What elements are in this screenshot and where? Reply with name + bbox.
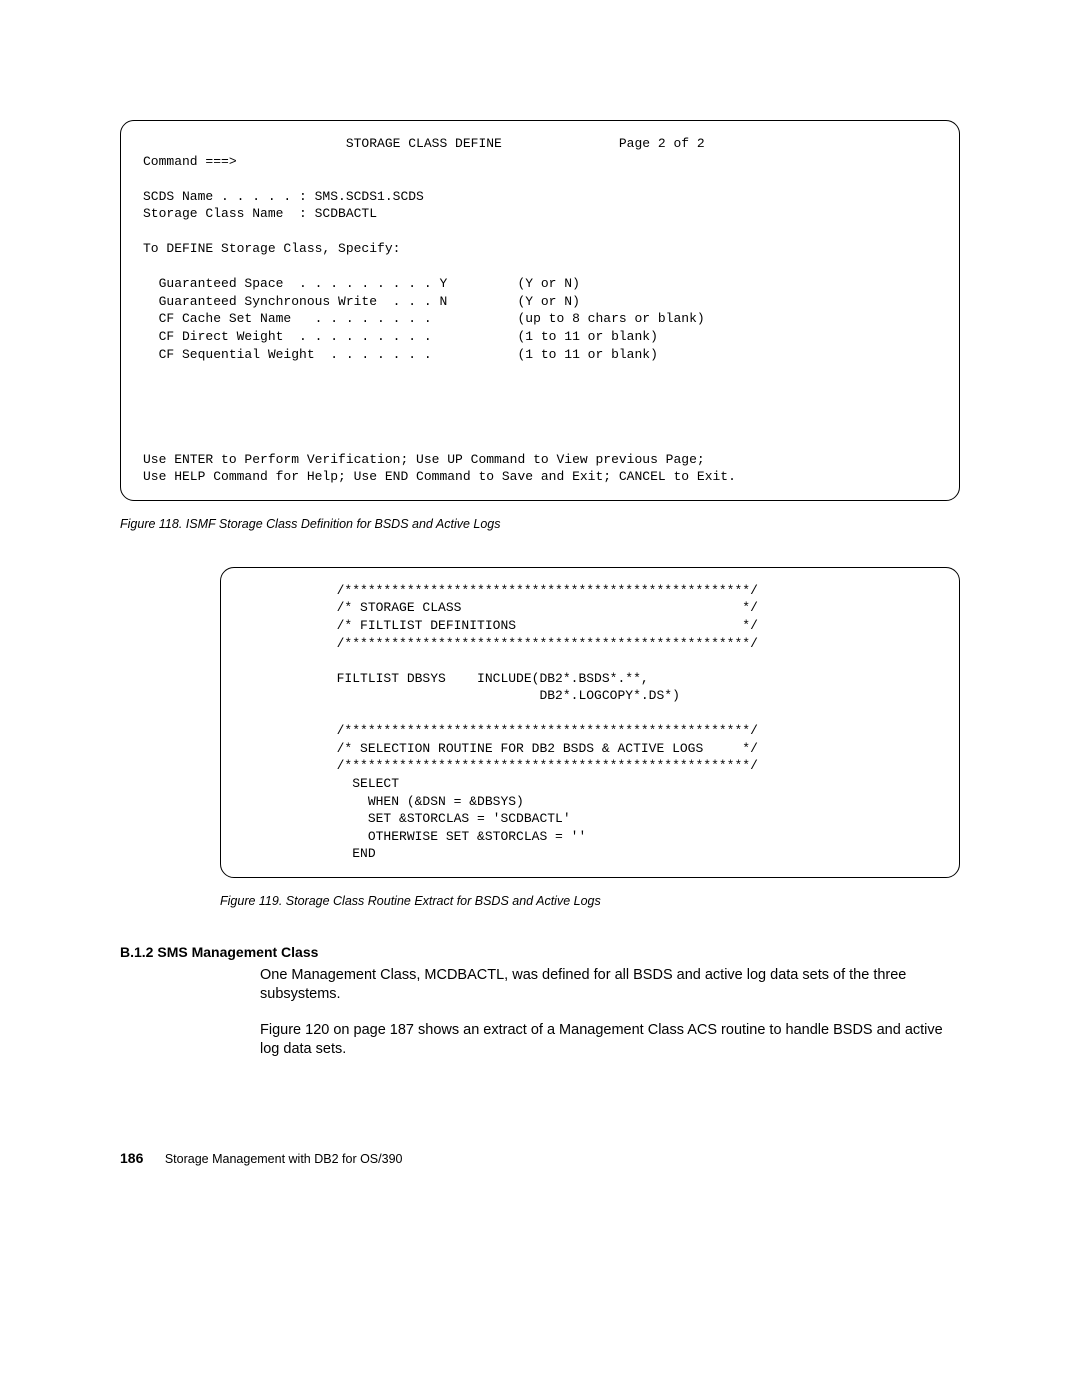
figure-119-caption: Figure 119. Storage Class Routine Extrac… [220, 894, 960, 908]
t1-scds: SCDS Name . . . . . : SMS.SCDS1.SCDS [143, 189, 424, 204]
paragraph-2: Figure 120 on page 187 shows an extract … [120, 1021, 960, 1060]
page-footer: 186 Storage Management with DB2 for OS/3… [120, 1150, 960, 1166]
section-heading-b12: B.1.2 SMS Management Class [120, 944, 960, 960]
t1-footer2: Use HELP Command for Help; Use END Comma… [143, 469, 736, 484]
terminal-storage-class-define: STORAGE CLASS DEFINE Page 2 of 2 Command… [120, 120, 960, 501]
t1-cf-direct-weight: CF Direct Weight . . . . . . . . . (1 to… [143, 329, 658, 344]
footer-title: Storage Management with DB2 for OS/390 [165, 1152, 403, 1166]
t1-scn: Storage Class Name : SCDBACTL [143, 206, 377, 221]
t1-guaranteed-sync-write: Guaranteed Synchronous Write . . . N (Y … [143, 294, 580, 309]
t1-cmd: Command ===> [143, 154, 237, 169]
paragraph-1: One Management Class, MCDBACTL, was defi… [120, 966, 960, 1005]
t1-title: STORAGE CLASS DEFINE Page 2 of 2 [143, 136, 705, 151]
t1-footer1: Use ENTER to Perform Verification; Use U… [143, 452, 705, 467]
t1-cf-cache-set-name: CF Cache Set Name . . . . . . . . (up to… [143, 311, 705, 326]
figure-118-caption: Figure 118. ISMF Storage Class Definitio… [120, 517, 960, 531]
t1-guaranteed-space: Guaranteed Space . . . . . . . . . Y (Y … [143, 276, 580, 291]
t1-cf-sequential-weight: CF Sequential Weight . . . . . . . (1 to… [143, 347, 658, 362]
page-number: 186 [120, 1150, 143, 1166]
t1-define-hdr: To DEFINE Storage Class, Specify: [143, 241, 400, 256]
terminal-storage-class-routine: /***************************************… [220, 567, 960, 878]
